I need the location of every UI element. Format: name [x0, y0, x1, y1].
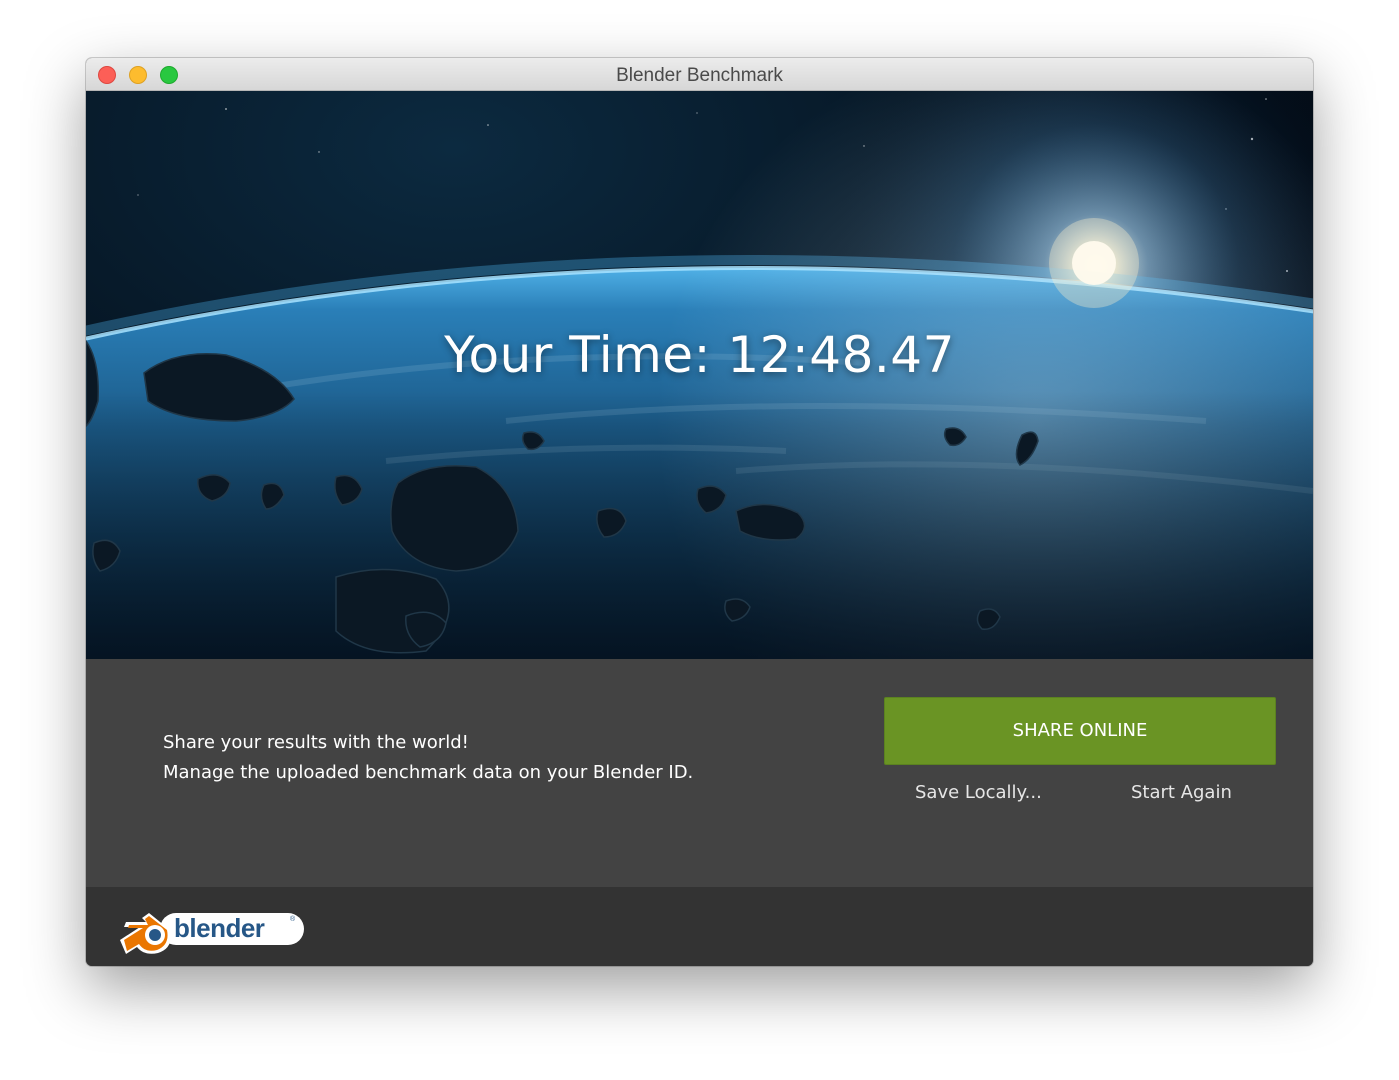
logo-registered-mark: ® — [290, 916, 296, 923]
app-window: Blender Benchmark Your Time: 12:48.47 Sh… — [86, 58, 1313, 966]
share-message: Share your results with the world! — [163, 732, 469, 753]
manage-message: Manage the uploaded benchmark data on yo… — [163, 762, 694, 783]
footer-bar: blender ® — [86, 887, 1313, 966]
start-again-button[interactable]: Start Again — [1131, 782, 1232, 803]
window-title: Blender Benchmark — [616, 65, 783, 86]
save-locally-button[interactable]: Save Locally... — [915, 782, 1042, 803]
results-panel: Share your results with the world! Manag… — [86, 659, 1313, 887]
title-bar[interactable]: Blender Benchmark — [86, 58, 1313, 91]
hero-image: Your Time: 12:48.47 — [86, 91, 1313, 659]
logo-wordmark: blender — [174, 913, 265, 943]
benchmark-time: Your Time: 12:48.47 — [444, 326, 955, 384]
share-online-button[interactable]: SHARE ONLINE — [884, 697, 1276, 765]
blender-logo: blender ® — [116, 899, 306, 955]
